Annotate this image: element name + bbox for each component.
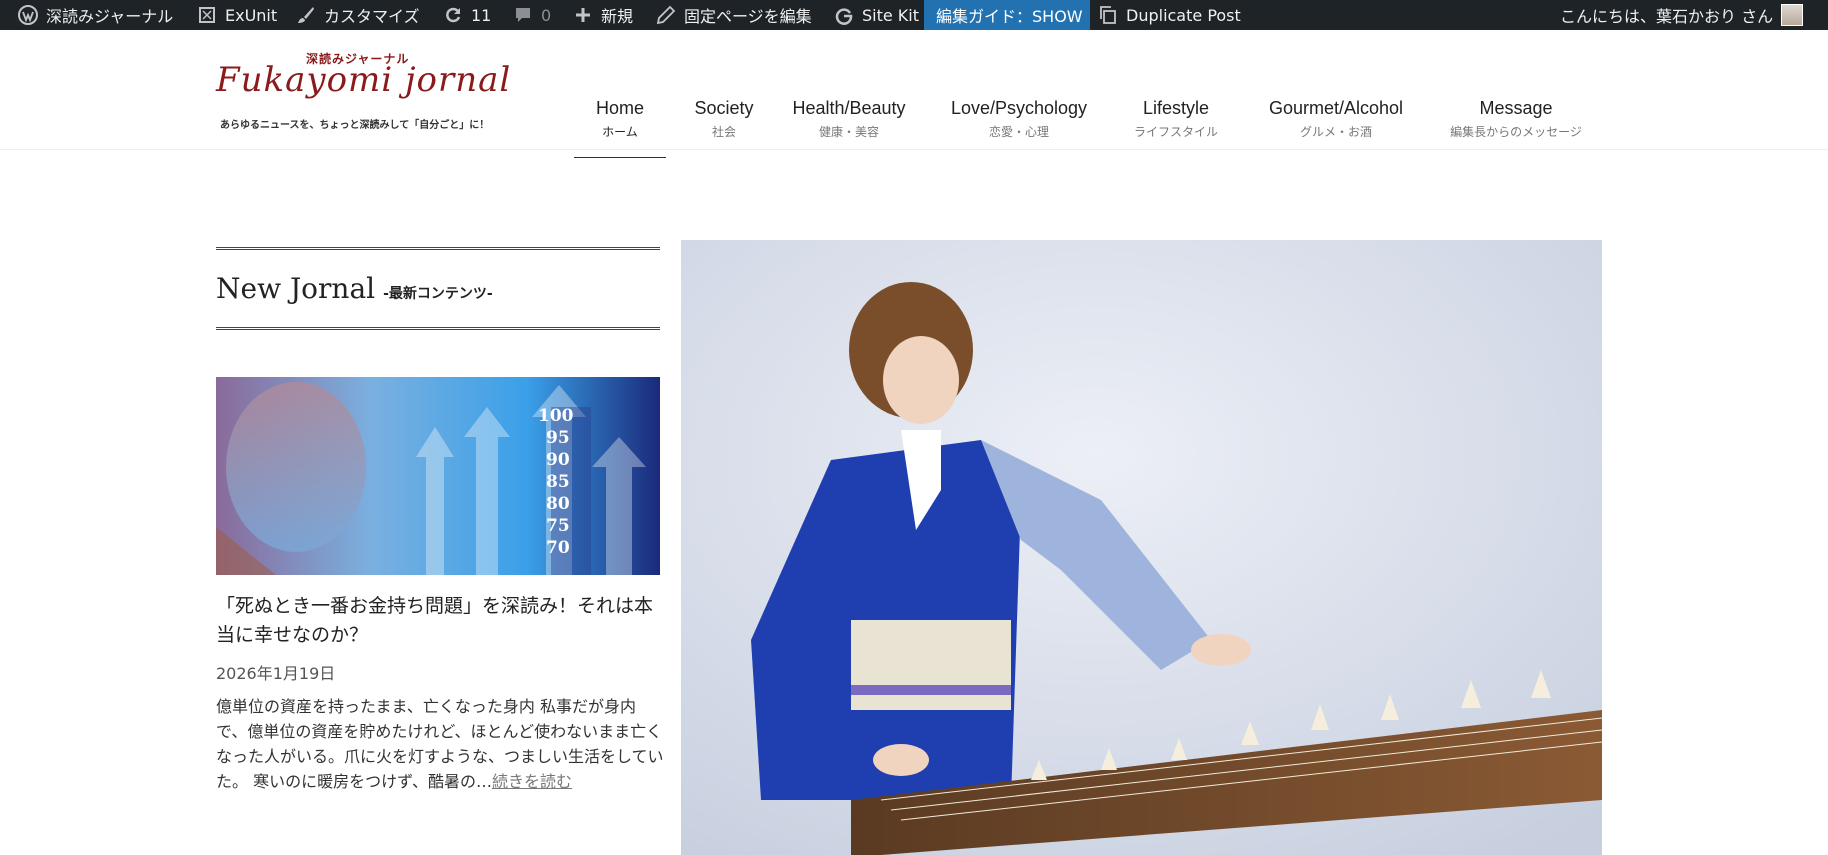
admin-exunit-link[interactable]: ExUnit bbox=[197, 0, 277, 30]
nav-label-en: Lifestyle bbox=[1142, 98, 1210, 118]
post-thumbnail-image: 100 95 90 85 80 75 70 bbox=[216, 377, 660, 575]
duplicate-icon bbox=[1100, 6, 1116, 24]
admin-duplicate-link[interactable]: Duplicate Post bbox=[1098, 0, 1241, 30]
admin-comments-count: 0 bbox=[541, 5, 552, 25]
admin-customize-link[interactable]: カスタマイズ bbox=[296, 0, 420, 30]
pencil-icon bbox=[656, 5, 676, 25]
wordpress-icon bbox=[18, 5, 38, 25]
nav-label-ja: 社会 bbox=[711, 125, 736, 139]
post-excerpt: 億単位の資産を持ったまま、亡くなった身内 私事だが身内で、億単位の資産を貯めたけ… bbox=[216, 694, 666, 794]
avatar bbox=[1781, 4, 1804, 26]
admin-customize-label: カスタマイズ bbox=[324, 7, 420, 26]
post-title-link[interactable]: 「死ぬとき一番お金持ち問題」を深読み！それは本当に幸せなのか？ bbox=[216, 592, 666, 650]
section-subtitle: -最新コンテンツ- bbox=[383, 286, 493, 302]
logo-tagline: あらゆるニュースを、ちょっと深読みして「自分ごと」に！ bbox=[220, 120, 490, 131]
nav-label-en: Society bbox=[694, 98, 754, 118]
admin-guide-button[interactable]: 編集ガイド：SHOW bbox=[924, 0, 1090, 30]
nav-item-home[interactable]: Home ホーム bbox=[574, 60, 666, 158]
nav-label-ja: 恋愛・心理 bbox=[988, 125, 1049, 139]
nav-label-ja: グルメ・お酒 bbox=[1299, 125, 1372, 139]
section-title: New Jornal -最新コンテンツ- bbox=[216, 272, 493, 305]
nav-label-en: Home bbox=[595, 98, 644, 118]
admin-new-label: 新規 bbox=[601, 7, 634, 26]
admin-guide-label: 編集ガイド：SHOW bbox=[936, 7, 1083, 26]
admin-updates-count: 11 bbox=[471, 5, 492, 25]
hero-image[interactable] bbox=[681, 240, 1602, 855]
nav-label-en: Health/Beauty bbox=[792, 98, 906, 118]
site-header: 深読みジャーナル Fukayomi jornal あらゆるニュースを、ちょっと深… bbox=[0, 30, 1828, 158]
post-date: 2026年1月19日 bbox=[216, 664, 336, 683]
nav-label-en: Gourmet/Alcohol bbox=[1268, 98, 1404, 118]
admin-sitekit-label: Site Kit bbox=[862, 5, 920, 25]
admin-bar: 深読みジャーナル ExUnit カスタマイズ 11 0 新規 固定ページを編集 … bbox=[0, 0, 1828, 30]
exunit-icon bbox=[199, 7, 215, 23]
admin-sitekit-link[interactable]: Site Kit bbox=[834, 0, 919, 30]
thumb-number: 85 bbox=[546, 472, 570, 492]
site-logo[interactable]: 深読みジャーナル Fukayomi jornal あらゆるニュースを、ちょっと深… bbox=[216, 50, 516, 135]
admin-account-link[interactable]: こんにちは、葉石かおり さん bbox=[1560, 0, 1804, 30]
nav-label-ja: ライフスタイル bbox=[1133, 125, 1218, 139]
section-heading: New Jornal -最新コンテンツ- bbox=[216, 247, 660, 330]
section-title-text: New Jornal bbox=[216, 272, 376, 305]
nav-item-love-psychology[interactable]: Love/Psychology 恋愛・心理 bbox=[944, 60, 1094, 158]
admin-greeting: こんにちは、葉石かおり さん bbox=[1560, 7, 1774, 26]
nav-label-ja: 健康・美容 bbox=[818, 125, 879, 139]
hero-photo bbox=[681, 240, 1602, 855]
admin-updates-link[interactable]: 11 bbox=[443, 0, 491, 30]
thumb-number: 80 bbox=[546, 494, 570, 514]
google-icon bbox=[835, 8, 853, 25]
comment-icon bbox=[516, 8, 530, 22]
nav-label-en: Message bbox=[1479, 98, 1553, 118]
admin-edit-page-link[interactable]: 固定ページを編集 bbox=[656, 0, 812, 30]
logo-english: Fukayomi jornal bbox=[216, 60, 512, 100]
admin-comments-link[interactable]: 0 bbox=[513, 0, 551, 30]
thumb-number: 90 bbox=[546, 450, 570, 470]
admin-duplicate-label: Duplicate Post bbox=[1126, 5, 1241, 25]
nav-label-ja: ホーム bbox=[602, 125, 638, 139]
thumb-number: 95 bbox=[546, 428, 570, 448]
refresh-icon bbox=[446, 7, 461, 23]
plus-icon bbox=[576, 8, 590, 22]
post-excerpt-text: 億単位の資産を持ったまま、亡くなった身内 私事だが身内で、億単位の資産を貯めたけ… bbox=[216, 697, 664, 791]
thumb-number: 75 bbox=[546, 516, 570, 536]
nav-item-gourmet-alcohol[interactable]: Gourmet/Alcohol グルメ・お酒 bbox=[1256, 60, 1416, 158]
admin-edit-page-label: 固定ページを編集 bbox=[684, 7, 812, 26]
nav-label-en: Love/Psychology bbox=[950, 98, 1088, 118]
post-thumbnail[interactable]: 100 95 90 85 80 75 70 bbox=[216, 377, 660, 575]
nav-item-message[interactable]: Message 編集長からのメッセージ bbox=[1436, 60, 1596, 158]
nav-item-lifestyle[interactable]: Lifestyle ライフスタイル bbox=[1122, 60, 1230, 158]
thumb-number: 70 bbox=[546, 538, 570, 558]
nav-item-society[interactable]: Society 社会 bbox=[684, 60, 764, 158]
admin-site-link[interactable]: 深読みジャーナル bbox=[18, 0, 173, 30]
nav-label-ja: 編集長からのメッセージ bbox=[1450, 125, 1582, 139]
thumb-number: 100 bbox=[538, 406, 574, 426]
brush-icon bbox=[298, 7, 314, 23]
admin-new-link[interactable]: 新規 bbox=[573, 0, 633, 30]
admin-exunit-label: ExUnit bbox=[225, 5, 278, 25]
admin-site-name: 深読みジャーナル bbox=[46, 7, 174, 26]
read-more-link[interactable]: 続きを読む bbox=[492, 772, 572, 791]
nav-item-health-beauty[interactable]: Health/Beauty 健康・美容 bbox=[784, 60, 914, 158]
